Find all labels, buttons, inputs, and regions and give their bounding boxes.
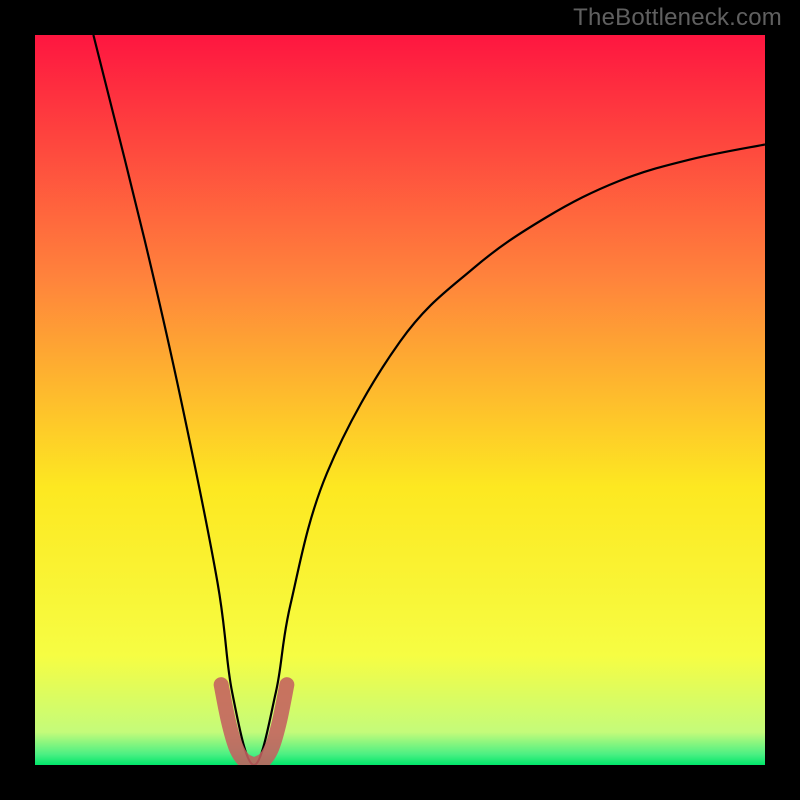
watermark-text: TheBottleneck.com <box>573 4 782 32</box>
chart-plot-area <box>35 35 765 765</box>
chart-svg <box>35 35 765 765</box>
chart-background <box>35 35 765 765</box>
